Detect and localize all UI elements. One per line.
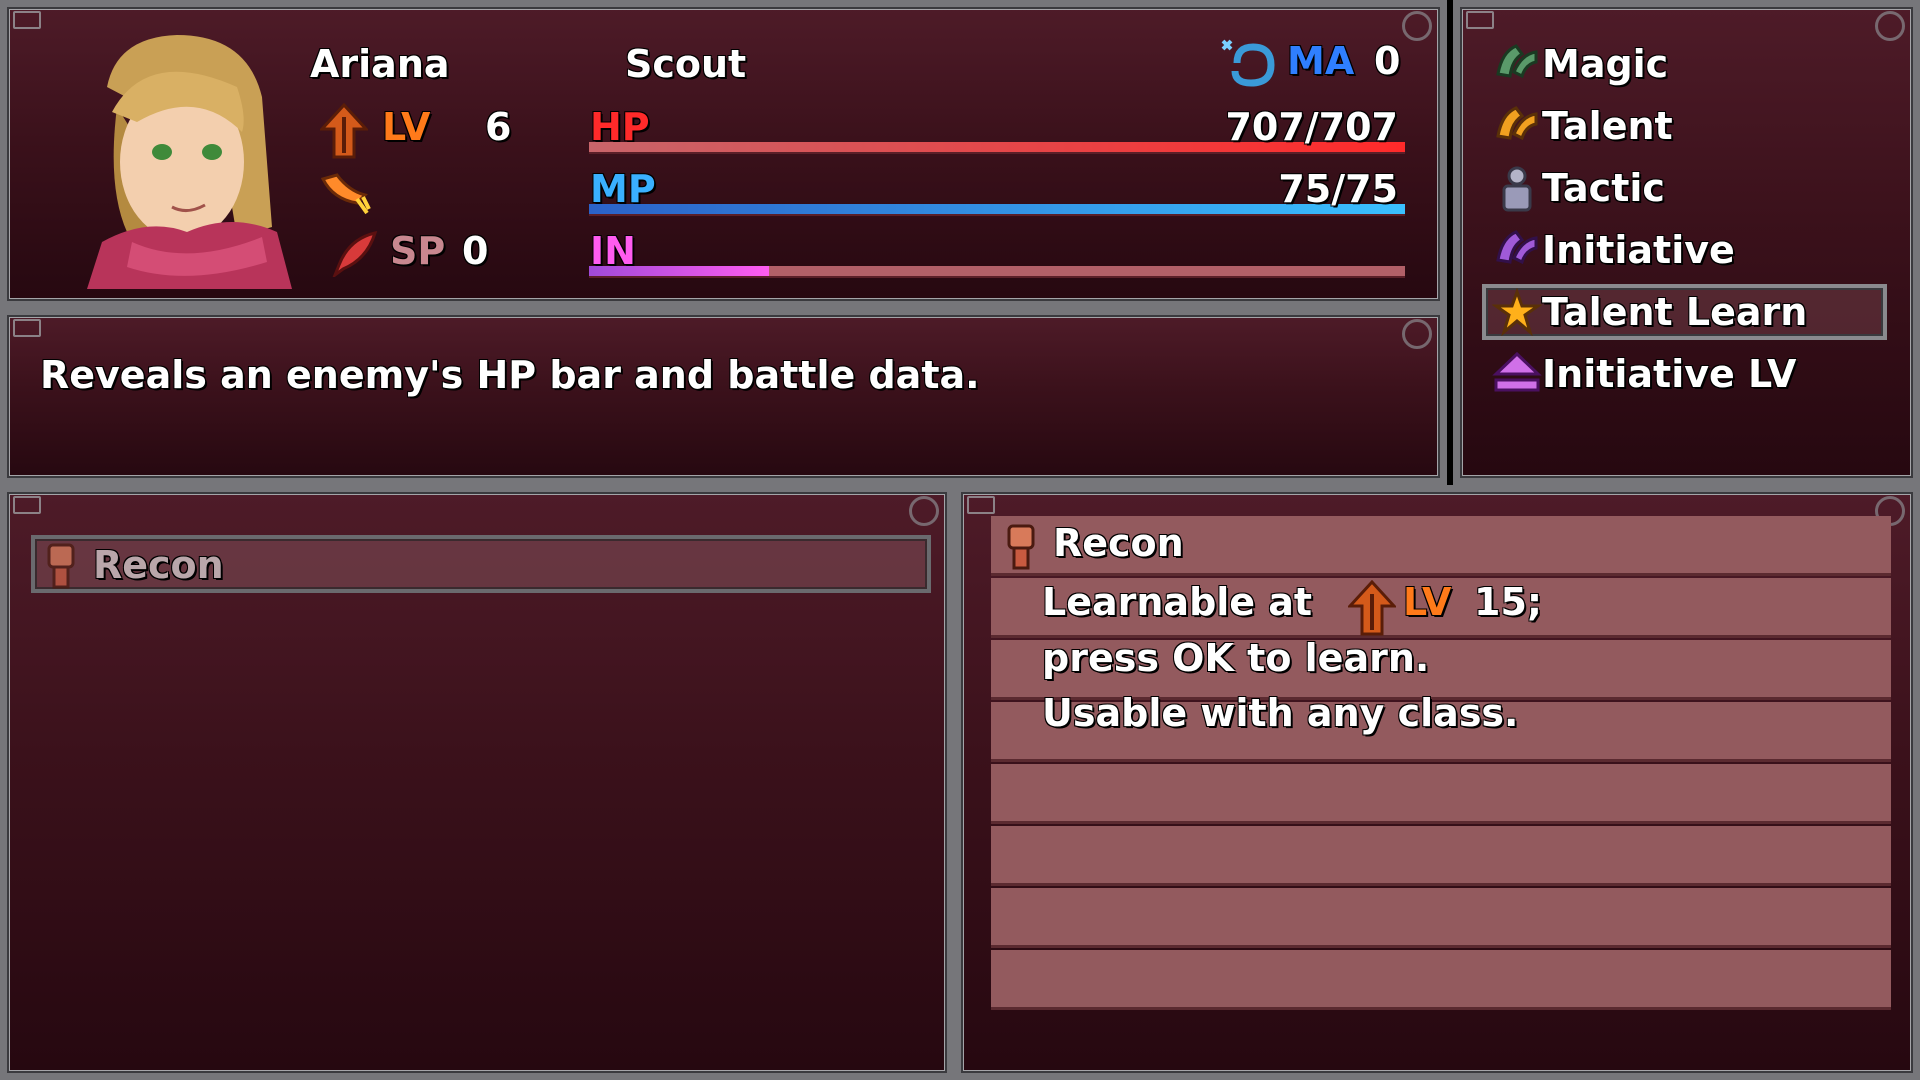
sp-value: 0 <box>462 229 489 273</box>
menu-item-label: Talent Learn <box>1542 290 1808 334</box>
mp-value: 75/75 <box>1278 167 1398 211</box>
feather-icon <box>332 230 378 277</box>
menu-item-label: Talent <box>1542 104 1673 148</box>
eject-up-icon <box>1492 351 1542 392</box>
level-up-arrow-icon <box>320 103 368 159</box>
detail-title: Recon <box>1053 521 1184 565</box>
detail-lv-value: 15; <box>1474 580 1543 624</box>
skill-detail-window: Recon Learnable at LV 15; press OK to le… <box>954 485 1920 1080</box>
detail-learnable-text: Learnable at <box>1042 580 1313 624</box>
actor-portrait <box>87 35 292 289</box>
orange-claw-icon <box>320 173 371 215</box>
in-gauge-fill <box>589 266 769 276</box>
actor-name: Ariana <box>310 42 450 86</box>
detail-press-ok: press OK to learn. <box>1042 636 1430 680</box>
ma-value: 0 <box>1374 39 1401 83</box>
tactic-figure-icon <box>1502 166 1532 212</box>
fist-icon <box>47 543 75 589</box>
level-label: LV <box>382 105 431 149</box>
talent-claw-icon <box>1496 106 1538 141</box>
ma-label: MA <box>1287 39 1355 83</box>
ma-swirl-icon <box>1221 39 1275 87</box>
menu-item-label: Initiative <box>1542 228 1735 272</box>
command-menu-window: Magic Talent Tactic Initiative Talent Learn I… <box>1453 0 1920 485</box>
level-up-arrow-icon <box>1348 580 1396 636</box>
menu-item-magic[interactable]: Magic <box>1482 36 1887 92</box>
in-gauge <box>589 266 1405 278</box>
star-person-icon <box>1492 288 1542 336</box>
actor-class: Scout <box>625 42 747 86</box>
skill-list-item[interactable]: Recon <box>31 535 931 593</box>
detail-usable: Usable with any class. <box>1042 691 1519 735</box>
initiative-claw-icon <box>1496 230 1538 265</box>
menu-item-initiative[interactable]: Initiative <box>1482 222 1887 278</box>
menu-item-talent-learn[interactable]: Talent Learn <box>1482 284 1887 340</box>
level-value: 6 <box>485 105 512 149</box>
status-window: Ariana Scout LV 6 SP 0 MA 0 HP 707/707 M… <box>0 0 1447 308</box>
fist-icon <box>1007 524 1035 570</box>
hp-value: 707/707 <box>1225 105 1398 149</box>
menu-item-label: Tactic <box>1542 166 1665 210</box>
sp-label: SP <box>390 229 446 273</box>
magic-claw-icon <box>1496 44 1538 79</box>
menu-item-talent[interactable]: Talent <box>1482 98 1887 154</box>
help-window: Reveals an enemy's HP bar and battle dat… <box>0 308 1447 485</box>
menu-item-initiative-lv[interactable]: Initiative LV <box>1482 346 1887 402</box>
menu-item-label: Magic <box>1542 42 1669 86</box>
help-text: Reveals an enemy's HP bar and battle dat… <box>40 353 980 397</box>
menu-item-tactic[interactable]: Tactic <box>1482 160 1887 216</box>
detail-lv-label: LV <box>1403 580 1452 624</box>
skill-list-window: Recon <box>0 485 954 1080</box>
skill-list-item-label: Recon <box>93 543 224 587</box>
detail-rows: Recon Learnable at LV 15; press OK to le… <box>991 516 1891 1016</box>
menu-item-label: Initiative LV <box>1542 352 1797 396</box>
